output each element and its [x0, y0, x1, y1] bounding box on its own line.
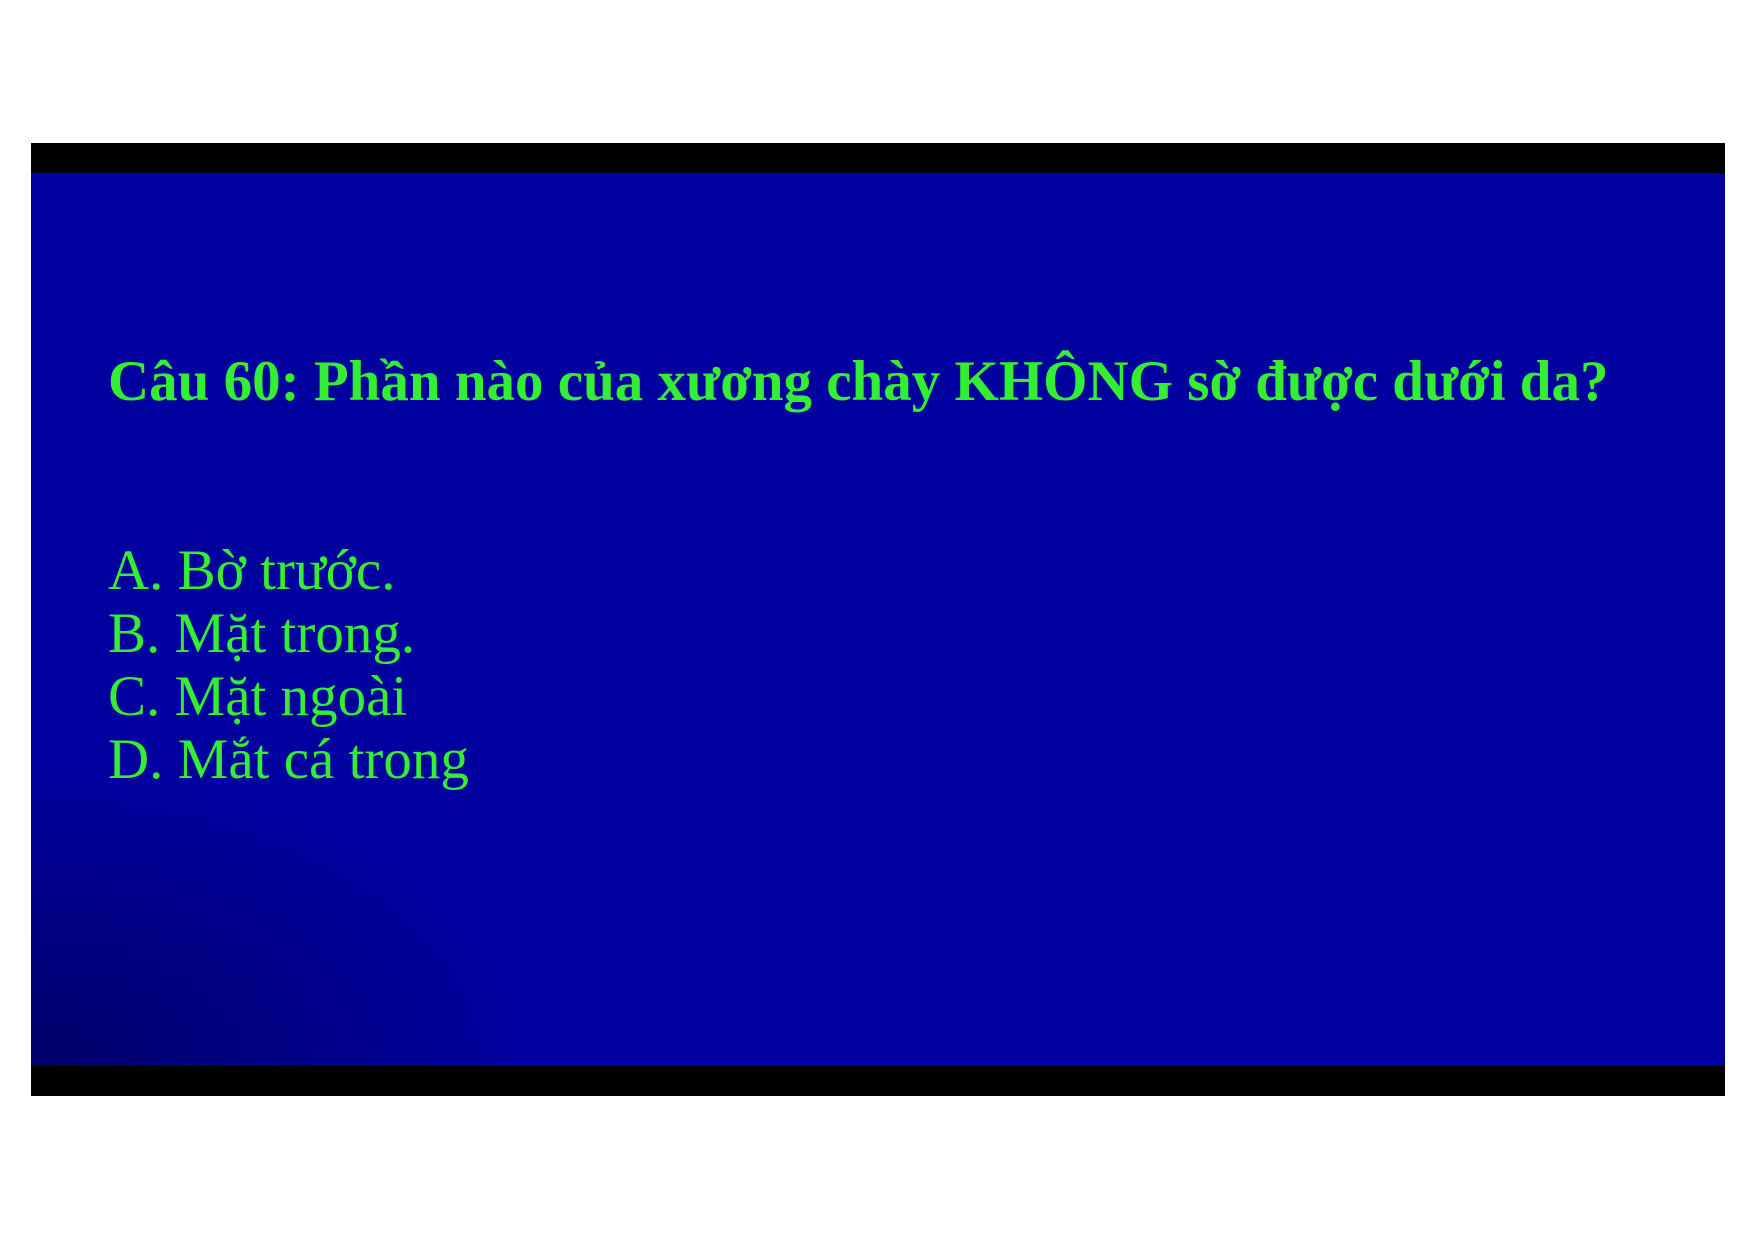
slide-frame: Câu 60: Phần nào của xương chày KHÔNG sờ… — [31, 143, 1725, 1096]
question-text: Câu 60: Phần nào của xương chày KHÔNG sờ… — [108, 350, 1609, 413]
option-d: D. Mắt cá trong — [108, 728, 469, 791]
option-b: B. Mặt trong. — [108, 602, 416, 665]
option-a: A. Bờ trước. — [108, 539, 396, 602]
slide: Câu 60: Phần nào của xương chày KHÔNG sờ… — [31, 173, 1725, 1066]
option-c: C. Mặt ngoài — [108, 665, 408, 728]
page: Câu 60: Phần nào của xương chày KHÔNG sờ… — [0, 0, 1755, 1240]
answer-options: A. Bờ trước. B. Mặt trong. C. Mặt ngoài … — [108, 539, 469, 791]
